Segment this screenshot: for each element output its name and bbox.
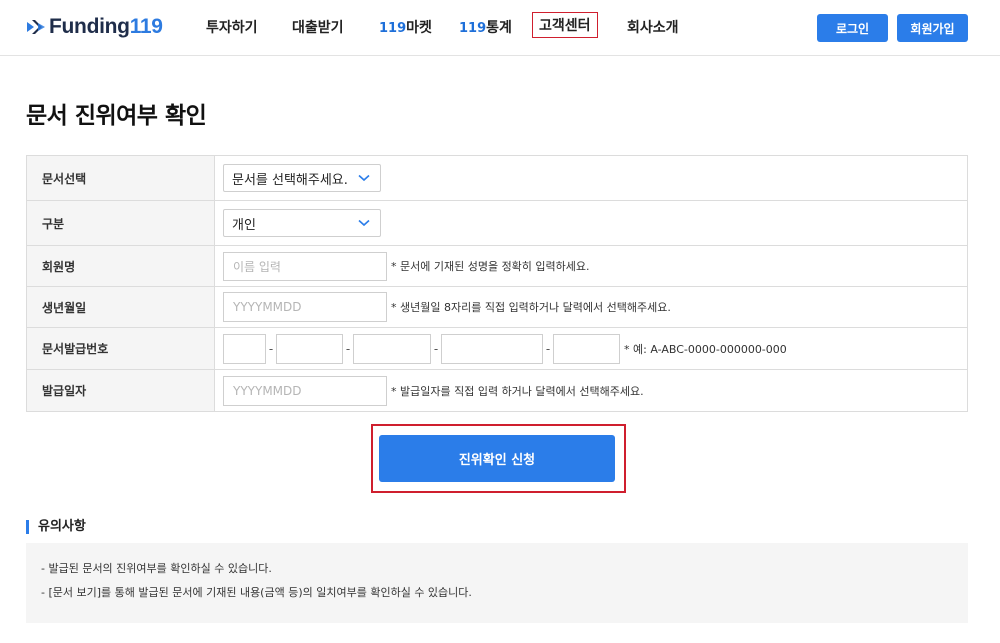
nav-item-invest[interactable]: 투자하기 [206,17,258,37]
type-select-label: 구분 [27,201,215,245]
document-select-label: 문서선택 [27,156,215,200]
birth-label: 생년월일 [27,287,215,327]
logo-mark-icon [27,20,45,34]
issue-date-input[interactable]: YYYYMMDD [223,375,387,406]
notice-line: - [문서 보기]를 통해 발급된 문서에 기재된 내용(금액 등)의 일치여부… [41,586,472,599]
separator: - [345,341,351,356]
birth-hint: * 생년월일 8자리를 직접 입력하거나 달력에서 선택해주세요. [391,301,671,314]
doc-number-part-2-input[interactable] [276,333,343,364]
site-logo[interactable]: Funding119 [26,15,163,39]
separator: - [268,341,274,356]
document-select-value: 문서를 선택해주세요. [232,172,348,188]
form-row-issue-date: 발급일자 YYYYMMDD * 발급일자를 직접 입력 하거나 달력에서 선택해… [27,370,967,411]
name-label: 회원명 [27,246,215,286]
form-row-document: 문서선택 문서를 선택해주세요. [27,156,967,201]
nav-item-market[interactable]: 119마켓 [379,17,432,37]
doc-number-part-5-input[interactable] [553,333,620,364]
notice-line: - 발급된 문서의 진위여부를 확인하실 수 있습니다. [41,562,272,575]
signup-button[interactable]: 회원가입 [897,14,968,42]
birth-date-input[interactable]: YYYYMMDD [223,292,387,322]
chevron-down-icon [358,219,370,227]
nav-item-loan[interactable]: 대출받기 [292,17,344,37]
nav-item-customer-center[interactable]: 고객센터 [532,12,598,38]
verification-form: 문서선택 문서를 선택해주세요. 구분 개인 회원명 이름 입력 * 문서에 기… [26,155,968,412]
issue-date-hint: * 발급일자를 직접 입력 하거나 달력에서 선택해주세요. [391,384,644,398]
nav-item-stats[interactable]: 119통계 [459,17,512,37]
doc-number-hint: * 예: A-ABC-0000-000000-000 [624,342,787,356]
page-title: 문서 진위여부 확인 [26,103,207,129]
issue-date-label: 발급일자 [27,370,215,411]
nav-item-company[interactable]: 회사소개 [627,17,679,37]
name-hint: * 문서에 기재된 성명을 정확히 입력하세요. [391,260,590,273]
doc-number-part-4-input[interactable] [441,333,543,364]
doc-number-label: 문서발급번호 [27,328,215,369]
form-row-doc-number: 문서발급번호 - - - - * 예: A-ABC-0000-000000-00… [27,328,967,370]
top-header: Funding119 투자하기 대출받기 119마켓 119통계 고객센터 회사… [0,0,1000,56]
document-select[interactable]: 문서를 선택해주세요. [223,164,381,192]
notice-box: - 발급된 문서의 진위여부를 확인하실 수 있습니다. - [문서 보기]를 … [26,543,968,623]
notice-title: 유의사항 [26,520,86,534]
form-row-name: 회원명 이름 입력 * 문서에 기재된 성명을 정확히 입력하세요. [27,246,967,287]
login-button[interactable]: 로그인 [817,14,888,42]
verify-submit-button[interactable]: 진위확인 신청 [379,435,615,482]
chevron-down-icon [358,174,370,182]
type-select[interactable]: 개인 [223,209,381,237]
type-select-value: 개인 [232,217,256,233]
form-row-type: 구분 개인 [27,201,967,246]
doc-number-part-3-input[interactable] [353,333,431,364]
separator: - [545,341,551,356]
separator: - [433,341,439,356]
doc-number-part-1-input[interactable] [223,333,266,364]
form-row-birth: 생년월일 YYYYMMDD * 생년월일 8자리를 직접 입력하거나 달력에서 … [27,287,967,328]
name-input[interactable]: 이름 입력 [223,251,387,281]
logo-text: Funding119 [49,15,163,38]
